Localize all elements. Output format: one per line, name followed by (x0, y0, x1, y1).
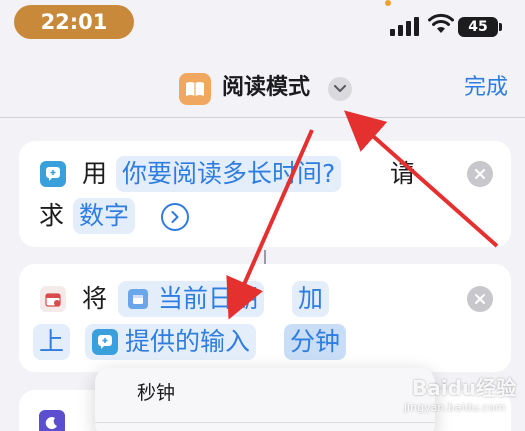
operation-token[interactable]: 加 (292, 281, 330, 317)
nav-divider (0, 117, 525, 118)
action-word: 请 (390, 159, 416, 188)
shortcut-title[interactable]: 阅读模式 (222, 72, 310, 104)
provided-input-label: 提供的输入 (125, 327, 251, 356)
watermark-url: jingyan.baidu.com (404, 401, 506, 414)
status-time: 22:01 (14, 5, 134, 39)
ask-for-input-icon (40, 161, 66, 187)
battery-level: 45 (468, 19, 488, 35)
input-type-token[interactable]: 数字 (73, 198, 136, 234)
book-icon[interactable] (179, 73, 211, 105)
menu-item-seconds[interactable]: 秒钟 (137, 378, 175, 408)
ask-for-input-small-icon (92, 329, 118, 355)
chevron-right-icon[interactable] (161, 203, 189, 231)
action-word: 求 (39, 201, 65, 230)
privacy-indicator-dot (385, 0, 391, 6)
battery-tip (499, 23, 502, 31)
calendar-small-icon (128, 289, 148, 309)
current-date-label: 当前日期 (158, 284, 259, 313)
status-time-text: 22:01 (40, 10, 108, 34)
done-button[interactable]: 完成 (464, 72, 508, 104)
action-prefix: 将 (82, 284, 108, 313)
watermark-logo: Baidu经验 (412, 376, 517, 400)
battery-indicator: 45 (458, 17, 498, 37)
menu-divider (95, 422, 435, 423)
unit-token[interactable]: 分钟 (284, 324, 347, 360)
remove-action-icon[interactable] (467, 286, 493, 312)
moon-icon (39, 410, 65, 431)
chevron-down-icon[interactable] (328, 77, 352, 101)
prompt-token[interactable]: 你要阅读多长时间? (116, 156, 342, 192)
calendar-icon (40, 286, 66, 312)
operation-token[interactable]: 上 (33, 324, 71, 360)
remove-action-icon[interactable] (467, 161, 493, 187)
wifi-icon (428, 13, 454, 33)
cellular-signal-icon (390, 17, 419, 36)
action-prefix: 用 (82, 159, 108, 188)
